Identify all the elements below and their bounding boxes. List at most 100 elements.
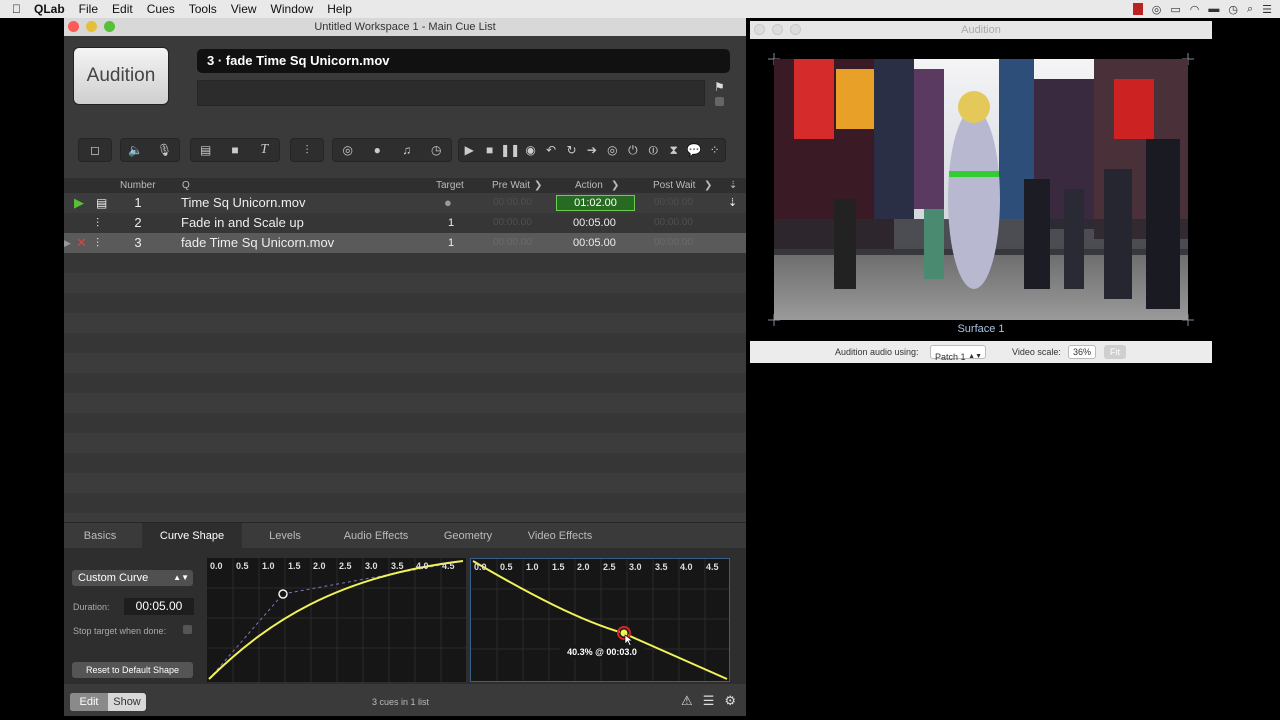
stop-cue-icon[interactable]: ■ bbox=[480, 143, 500, 157]
reset-cue-icon[interactable]: ↶ bbox=[541, 143, 561, 157]
group-cue-icon[interactable]: ◻ bbox=[85, 143, 105, 157]
column-action[interactable]: Action bbox=[575, 178, 603, 193]
airplay-icon[interactable]: ▭ bbox=[1170, 3, 1180, 16]
tab-audio-effects[interactable]: Audio Effects bbox=[332, 523, 420, 549]
curve-control-point[interactable] bbox=[278, 589, 288, 599]
record-icon[interactable] bbox=[1132, 3, 1143, 15]
curve-type-select[interactable]: Custom Curve ▲▼ bbox=[72, 570, 193, 586]
patch-select[interactable]: Patch 1 ▲▼ bbox=[930, 345, 986, 362]
target-cue-icon[interactable]: ◎ bbox=[602, 143, 622, 157]
duration-field[interactable]: 00:05.00 bbox=[124, 598, 194, 615]
spotlight-icon[interactable]: ⌕ bbox=[1247, 3, 1253, 16]
flag-checkbox[interactable] bbox=[715, 97, 724, 106]
goto-cue-icon[interactable]: ➔ bbox=[582, 143, 602, 157]
minimize-window-icon[interactable] bbox=[772, 24, 783, 35]
gear-icon[interactable]: ⚙ bbox=[724, 693, 736, 709]
cue-name: Fade in and Scale up bbox=[181, 215, 304, 230]
fade-out-curve-svg[interactable] bbox=[471, 559, 729, 681]
close-window-icon[interactable] bbox=[754, 24, 765, 35]
window-controls bbox=[68, 21, 115, 32]
audition-options-bar: Audition audio using: Patch 1 ▲▼ Video s… bbox=[750, 341, 1212, 363]
fade-cue-type-icon: ⫶ bbox=[96, 236, 100, 250]
video-cue-icon[interactable]: ▤ bbox=[196, 143, 216, 157]
cue-row[interactable]: ⫶ 2 Fade in and Scale up 1 00:00.00 00:0… bbox=[64, 213, 746, 233]
window-title: Untitled Workspace 1 - Main Cue List bbox=[314, 21, 496, 33]
text-cue-icon[interactable]: T bbox=[254, 142, 274, 158]
tab-basics[interactable]: Basics bbox=[64, 523, 136, 549]
zoom-window-icon[interactable] bbox=[104, 21, 115, 32]
menu-app[interactable]: QLab bbox=[27, 0, 72, 18]
stop-target-checkbox[interactable] bbox=[183, 625, 192, 634]
fade-out-curve-graph[interactable]: 0.0 0.5 1.0 1.5 2.0 2.5 3.0 3.5 4.0 4.5 … bbox=[470, 558, 730, 682]
selection-marker-icon: ▶ bbox=[64, 238, 71, 248]
audition-window: Audition Surface 1 Audition audio using:… bbox=[750, 21, 1212, 363]
menu-help[interactable]: Help bbox=[320, 0, 359, 18]
wait-cue-icon[interactable]: ⧗ bbox=[664, 143, 684, 158]
timecode-cue-icon[interactable]: ◷ bbox=[426, 143, 446, 157]
updown-chevron-icon: ▲▼ bbox=[173, 573, 189, 582]
audition-audio-label: Audition audio using: bbox=[835, 347, 919, 357]
column-postwait[interactable]: Post Wait bbox=[653, 178, 695, 193]
tick-label: 0.0 bbox=[474, 562, 487, 572]
close-window-icon[interactable] bbox=[68, 21, 79, 32]
wifi-icon[interactable]: ◠ bbox=[1190, 3, 1200, 16]
fade-in-curve-svg[interactable] bbox=[207, 558, 466, 682]
column-target[interactable]: Target bbox=[436, 178, 464, 193]
pause-cue-icon[interactable]: ❚❚ bbox=[500, 143, 520, 157]
audition-button[interactable]: Audition bbox=[74, 48, 168, 104]
tab-levels[interactable]: Levels bbox=[252, 523, 318, 549]
light-cue-icon[interactable]: ◎ bbox=[338, 143, 358, 157]
battery-icon[interactable]: ▬ bbox=[1208, 3, 1219, 15]
menu-file[interactable]: File bbox=[72, 0, 105, 18]
edit-mode-button[interactable]: Edit bbox=[70, 693, 108, 711]
menu-edit[interactable]: Edit bbox=[105, 0, 140, 18]
camera-cue-icon[interactable]: ■ bbox=[225, 143, 245, 157]
fit-button[interactable]: Fit bbox=[1104, 345, 1126, 359]
creative-cloud-icon[interactable]: ◎ bbox=[1152, 3, 1162, 16]
show-mode-button[interactable]: Show bbox=[108, 693, 146, 711]
list-icon[interactable]: ☰ bbox=[703, 693, 715, 709]
apple-menu-icon[interactable]:  bbox=[0, 0, 27, 18]
start-cue-icon[interactable]: ▶ bbox=[459, 143, 479, 157]
column-prewait[interactable]: Pre Wait bbox=[492, 178, 530, 193]
clock-icon[interactable]: ◷ bbox=[1228, 3, 1238, 16]
tick-label: 3.5 bbox=[655, 562, 668, 572]
audio-cue-icon[interactable]: 🔈 bbox=[126, 143, 146, 157]
cue-number: 3 bbox=[134, 235, 142, 250]
minimize-window-icon[interactable] bbox=[86, 21, 97, 32]
column-q[interactable]: Q bbox=[182, 178, 190, 193]
tab-video-effects[interactable]: Video Effects bbox=[516, 523, 604, 549]
menu-window[interactable]: Window bbox=[264, 0, 321, 18]
reset-default-shape-button[interactable]: Reset to Default Shape bbox=[72, 662, 193, 678]
load-cue-icon[interactable]: ◉ bbox=[521, 143, 541, 157]
fade-cue-icon[interactable]: ⫶ bbox=[297, 143, 317, 158]
cue-row[interactable]: ▶ ▤ 1 Time Sq Unicorn.mov ● 00:00.00 01:… bbox=[64, 193, 746, 213]
cue-notes-field[interactable] bbox=[197, 80, 705, 106]
notification-center-icon[interactable]: ☰ bbox=[1262, 3, 1272, 16]
video-scale-field[interactable]: 36% bbox=[1068, 345, 1096, 359]
memo-cue-icon[interactable]: 💬 bbox=[684, 143, 704, 157]
midi-cue-icon[interactable]: ♫ bbox=[397, 143, 417, 157]
zoom-window-icon[interactable] bbox=[790, 24, 801, 35]
menu-view[interactable]: View bbox=[224, 0, 264, 18]
tab-curve-shape[interactable]: Curve Shape bbox=[142, 523, 242, 549]
tab-geometry[interactable]: Geometry bbox=[430, 523, 506, 549]
menu-cues[interactable]: Cues bbox=[140, 0, 182, 18]
warning-icon[interactable]: ⚠ bbox=[681, 693, 693, 709]
curve-drag-point[interactable] bbox=[619, 628, 629, 638]
fade-in-curve-graph[interactable]: 0.0 0.5 1.0 1.5 2.0 2.5 3.0 3.5 4.0 4.5 bbox=[207, 558, 466, 682]
status-icons: ⚠ ☰ ⚙ bbox=[681, 693, 736, 709]
script-cue-icon[interactable]: ⁘ bbox=[705, 143, 725, 157]
tick-label: 0.0 bbox=[210, 561, 223, 571]
column-number[interactable]: Number bbox=[120, 178, 156, 193]
tick-label: 0.5 bbox=[500, 562, 513, 572]
network-cue-icon[interactable]: ● bbox=[367, 143, 387, 157]
target-circle-icon[interactable]: ● bbox=[444, 193, 452, 213]
menu-tools[interactable]: Tools bbox=[182, 0, 224, 18]
cue-row-selected[interactable]: ▶ ✕ ⫶ 3 fade Time Sq Unicorn.mov 1 00:00… bbox=[64, 233, 746, 253]
mic-cue-icon[interactable]: 🎙 bbox=[155, 143, 175, 157]
devamp-cue-icon[interactable]: ↻ bbox=[561, 143, 581, 157]
arm-cue-icon[interactable]: ⏻ bbox=[623, 143, 643, 158]
status-bar: Edit Show 3 cues in 1 list ⚠ ☰ ⚙ bbox=[64, 688, 746, 716]
disarm-cue-icon[interactable]: ⏼ bbox=[643, 143, 663, 158]
